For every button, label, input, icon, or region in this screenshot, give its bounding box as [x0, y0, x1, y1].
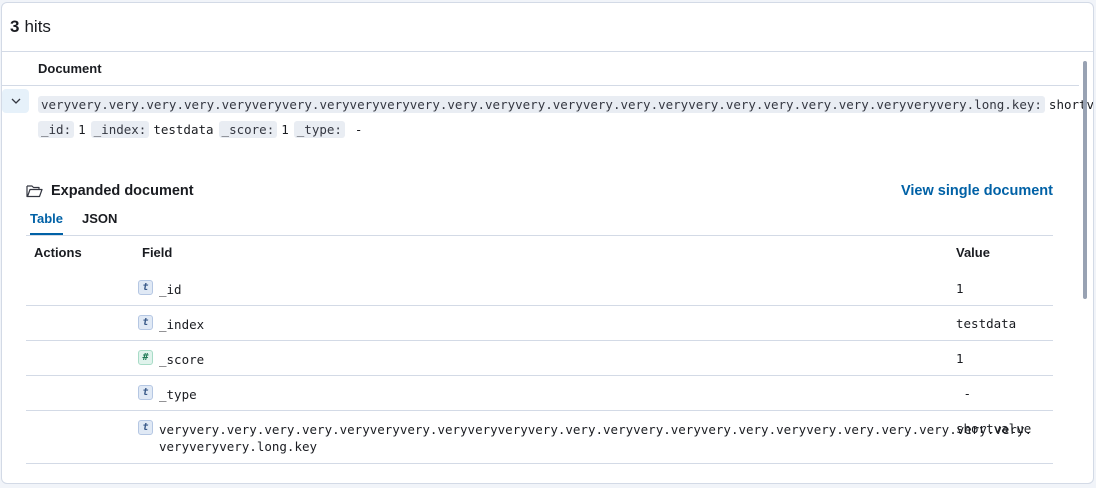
field-name: _type [159, 387, 197, 402]
header-divider [2, 85, 1079, 86]
string-type-icon: t [138, 315, 153, 330]
field-value: testdata [956, 316, 1017, 331]
summary-key-score: _score: [218, 121, 278, 138]
summary-value: shortvalue [1048, 97, 1094, 112]
document-fields-table: Actions Field Value t _id 1 t _index tes… [26, 235, 1053, 464]
summary-value-type: - [354, 122, 363, 137]
tab-table[interactable]: Table [30, 211, 63, 235]
header-field: Field [142, 245, 173, 260]
field-name: veryvery.very.very.very.veryveryvery.ver… [159, 421, 1032, 455]
hits-count: 3 [10, 17, 20, 36]
summary-value-id: 1 [78, 122, 86, 137]
field-name: _score [159, 352, 205, 367]
expanded-document-title: Expanded document [26, 183, 194, 199]
expanded-document-tabs: Table JSON [26, 205, 1053, 236]
table-row: t _type - [26, 376, 1053, 411]
hits-label: hits [24, 17, 51, 36]
header-actions: Actions [34, 245, 82, 260]
field-value: - [956, 386, 972, 401]
summary-value-score: 1 [281, 122, 289, 137]
field-name-line-1: veryvery.very.very.very.veryveryvery.ver… [159, 422, 1032, 437]
document-summary-line-1: veryvery.very.very.very.veryveryvery.ver… [38, 96, 1094, 113]
table-row: t _id 1 [26, 271, 1053, 306]
summary-key-id: _id: [38, 121, 75, 138]
folder-open-icon [26, 185, 43, 198]
number-type-icon: # [138, 350, 153, 365]
string-type-icon: t [138, 385, 153, 400]
vertical-scrollbar[interactable] [1083, 61, 1087, 299]
table-row: t veryvery.very.very.very.veryveryvery.v… [26, 411, 1053, 464]
string-type-icon: t [138, 420, 153, 435]
table-row: t _index testdata [26, 306, 1053, 341]
summary-key: veryvery.very.very.very.veryveryvery.ver… [38, 96, 1045, 113]
expanded-document-label: Expanded document [51, 183, 194, 199]
chevron-down-icon [11, 98, 20, 104]
field-name: _index [159, 317, 205, 332]
table-header: Actions Field Value [26, 235, 1053, 271]
summary-key-index: _index: [90, 121, 150, 138]
summary-value-index: testdata [153, 122, 214, 137]
field-value: 1 [956, 281, 964, 296]
collapse-row-button[interactable] [2, 89, 29, 113]
table-row: # _score 1 [26, 341, 1053, 376]
field-value: 1 [956, 351, 964, 366]
hits-counter: 3 hits [2, 3, 1093, 52]
field-name: _id [159, 282, 182, 297]
header-value: Value [956, 245, 990, 260]
string-type-icon: t [138, 280, 153, 295]
document-column-header[interactable]: Document [38, 61, 102, 76]
document-summary-line-2: _id: 1 _index: testdata _score: 1 _type: - [38, 121, 367, 138]
summary-key-type: _type: [293, 121, 345, 138]
discover-panel: 3 hits Document veryvery.very.very.very.… [1, 2, 1094, 484]
view-single-document-link[interactable]: View single document [901, 183, 1053, 199]
field-name-line-2: veryveryvery.long.key [159, 439, 318, 454]
field-value: shortvalue [956, 421, 1032, 436]
tab-json[interactable]: JSON [82, 211, 117, 233]
